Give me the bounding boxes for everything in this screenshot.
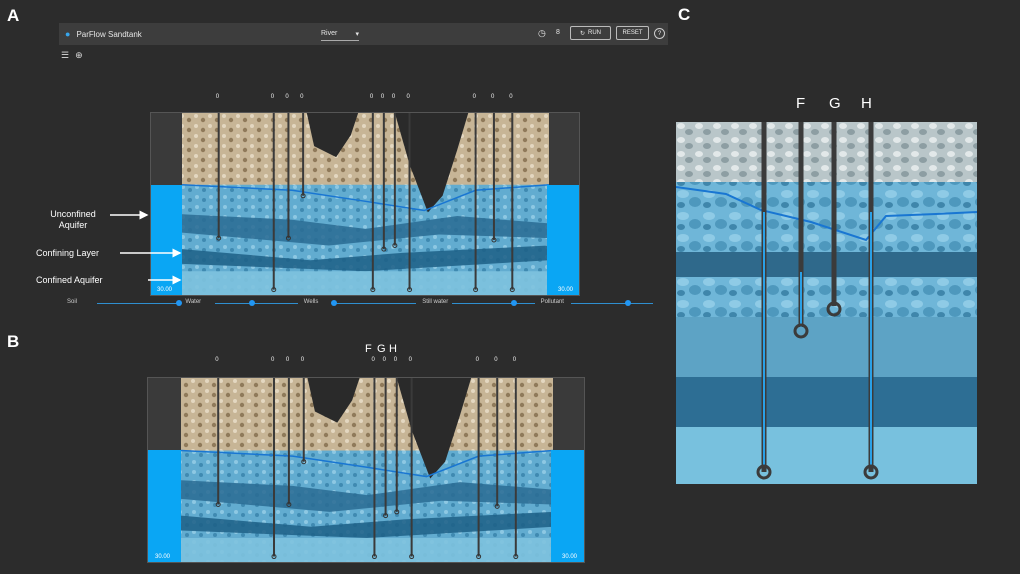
zoom-well-letter-f: F: [796, 95, 806, 112]
slider-row: Soil Water Wells Still water Pollutant: [67, 297, 659, 309]
slider-knob[interactable]: [511, 300, 517, 306]
slider-knob[interactable]: [625, 300, 632, 306]
well-reading: 0: [509, 94, 513, 100]
well-letter-g: G: [377, 343, 386, 355]
slider-label: Soil: [67, 299, 78, 305]
chevron-down-icon: ▾: [355, 30, 359, 38]
well-reading: 0: [406, 94, 410, 100]
sandtank-a[interactable]: 30.00 30.00: [150, 112, 580, 296]
well-reading: 0: [300, 357, 305, 363]
slider-label: Still water: [422, 299, 449, 305]
slider-label: Wells: [303, 299, 319, 305]
cross-section: [181, 113, 550, 295]
left-reservoir[interactable]: [151, 185, 182, 295]
well-reading: 0: [380, 94, 385, 100]
run-label: RUN: [588, 30, 602, 36]
zoom-well-letter-g: G: [829, 95, 841, 112]
panel-label-c: C: [678, 5, 691, 24]
scenario-select[interactable]: River ▾: [321, 27, 359, 41]
slider-track[interactable]: [97, 303, 180, 304]
app-title: ParFlow Sandtank: [76, 29, 142, 39]
well-reading: 0: [475, 357, 479, 363]
panel-label-b: B: [7, 332, 20, 351]
well-reading: 0: [391, 94, 396, 100]
app-toolbar: ● ParFlow Sandtank River ▾ ◷ 8 ↻ RUN RES…: [59, 23, 668, 45]
well-reading: 0: [408, 357, 412, 363]
zoom-view-c: [676, 122, 977, 484]
left-reservoir-value: 30.00: [157, 287, 173, 293]
tool-row: ☰ ⊕: [61, 50, 83, 61]
right-reservoir[interactable]: [547, 185, 579, 295]
reset-label: RESET: [622, 30, 643, 36]
slider-track[interactable]: [452, 303, 535, 304]
left-reservoir[interactable]: [148, 450, 181, 562]
well-reading: 0: [271, 357, 275, 363]
help-icon[interactable]: ?: [654, 28, 665, 39]
well-reading: 0: [382, 357, 386, 363]
slider-track[interactable]: [570, 303, 653, 304]
slider-knob[interactable]: [330, 300, 337, 306]
confining-layer-label: Confining Layer: [36, 248, 100, 258]
well-reading: 0: [472, 94, 476, 100]
zoom-well-letter-h: H: [861, 95, 872, 112]
tune-icon[interactable]: ☰: [61, 50, 69, 61]
well-letter-h: H: [389, 343, 397, 355]
well-reading: 0: [369, 94, 374, 100]
left-reservoir-value: 30.00: [155, 554, 171, 560]
duration-value[interactable]: 8: [556, 29, 560, 36]
slider-track[interactable]: [333, 303, 417, 304]
crosshair-icon[interactable]: ⊕: [75, 50, 83, 61]
zoom-cross-section: [676, 122, 977, 484]
cross-section: [180, 378, 554, 562]
reset-button[interactable]: RESET: [616, 26, 649, 40]
well-reading: 0: [490, 94, 495, 100]
well-reading: 0: [270, 94, 275, 100]
right-reservoir-value: 30.00: [557, 287, 573, 293]
slider-label: Pollutant: [540, 299, 564, 305]
well-reading: 0: [215, 94, 220, 100]
well-reading: 0: [300, 94, 304, 100]
slider-knob[interactable]: [249, 300, 256, 306]
slider-label: Water: [185, 299, 202, 305]
well-letter-f: F: [365, 343, 372, 355]
slider-track[interactable]: [215, 303, 298, 304]
well-reading: 0: [393, 357, 398, 363]
right-reservoir[interactable]: [551, 450, 584, 562]
sandtank-b[interactable]: 30.00 30.00: [147, 377, 585, 563]
run-button[interactable]: ↻ RUN: [570, 26, 611, 40]
clock-icon: ◷: [538, 28, 546, 38]
well-reading: 0: [371, 357, 375, 363]
well-reading: 0: [494, 357, 498, 363]
slider-knob[interactable]: [176, 300, 183, 306]
well-reading: 0: [512, 357, 517, 363]
water-drop-icon: ●: [65, 29, 71, 39]
refresh-icon: ↻: [579, 30, 586, 37]
well-reading: 0: [285, 94, 289, 100]
confined-aquifer-label: Confined Aquifer: [36, 275, 103, 285]
scenario-value: River: [321, 30, 338, 37]
right-reservoir-value: 30.00: [561, 554, 577, 560]
well-reading: 0: [215, 357, 219, 363]
unconfined-aquifer-label: Unconfined Aquifer: [50, 209, 96, 230]
panel-label-a: A: [7, 6, 20, 25]
well-reading: 0: [285, 357, 290, 363]
